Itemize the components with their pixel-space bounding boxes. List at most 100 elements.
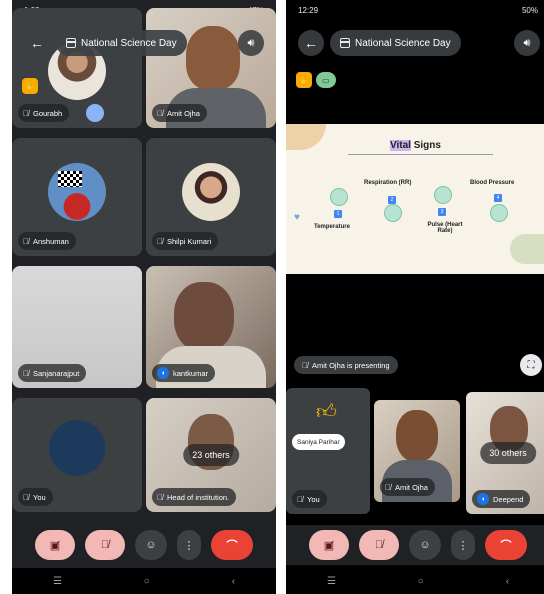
speaker-button[interactable]: 🔊︎ xyxy=(238,30,264,56)
fullscreen-icon: ⛶ xyxy=(527,359,535,371)
presenting-text: Amit Ojha is presenting xyxy=(312,360,390,370)
call-controls: ▣̸ 🎙̸ ☺ ⋮ ⌒ xyxy=(286,525,544,565)
more-options-button[interactable]: ⋮ xyxy=(177,530,201,560)
more-options-button[interactable]: ⋮ xyxy=(451,530,475,560)
participant-tile-shilpi-kumari[interactable]: 🎙̸ Shilpi Kumari xyxy=(146,138,276,256)
lungs-node xyxy=(384,204,402,222)
presenting-chip[interactable]: 🎙̸ Amit Ojha is presenting xyxy=(294,356,398,374)
left-phone-screen: 1:09 47% ✋ 🎙̸ Gourabh 🎙̸ Amit Ojha 🎙̸ An… xyxy=(12,0,276,594)
hand-raise-icon: ✋ xyxy=(22,78,38,94)
slide-title-rest: Signs xyxy=(410,140,441,151)
label-temperature: Temperature xyxy=(314,224,350,230)
participant-tile-you[interactable]: 👍︎ Saniya Parihar 🎙̸ You xyxy=(286,388,370,514)
reactions-button[interactable]: ☺ xyxy=(409,530,441,560)
participant-name-chip: ◖ Deepend xyxy=(472,490,531,508)
participant-tile-kantkumar[interactable]: ◖ kantkumar xyxy=(146,266,276,388)
participant-name: Shilpi Kumari xyxy=(167,236,212,246)
recents-icon[interactable]: ☰ xyxy=(53,576,62,587)
others-count-chip[interactable]: 23 others xyxy=(183,444,239,466)
participant-name: kantkumar xyxy=(173,368,209,378)
participant-name-chip: 🎙̸ Anshuman xyxy=(18,232,76,250)
speaker-button[interactable]: 🔊︎ xyxy=(514,30,540,56)
mic-toggle-button[interactable]: 🎙̸ xyxy=(85,530,125,560)
participant-video xyxy=(396,410,438,462)
mic-off-icon: 🎙̸ xyxy=(385,482,391,492)
participant-name-chip: ◖ kantkumar xyxy=(152,364,216,382)
thumbs-up-icon: 👍︎ xyxy=(316,401,337,423)
back-nav-icon[interactable]: ‹ xyxy=(506,576,509,587)
you-avatar xyxy=(49,420,105,476)
participant-name-chip: 🎙̸ Amit Ojha xyxy=(380,478,435,496)
emoji-icon: ☺ xyxy=(145,539,157,551)
mic-off-icon: 🎙̸ xyxy=(297,494,303,504)
label-blood-pressure: Blood Pressure xyxy=(470,180,515,186)
step-number: 1 xyxy=(334,210,342,218)
right-phone-screen: 12:29 50% ← National Science Day 🔊︎ ✋ ▭ … xyxy=(286,0,544,594)
mic-off-icon: 🎙̸ xyxy=(302,360,308,370)
camera-toggle-button[interactable]: ▣̸ xyxy=(309,530,349,560)
hang-up-icon: ⌒ xyxy=(226,540,238,552)
camera-off-icon: ▣̸ xyxy=(323,539,335,552)
home-icon[interactable]: ○ xyxy=(144,576,150,587)
back-button[interactable]: ← xyxy=(24,30,50,56)
mic-toggle-button[interactable]: 🎙̸ xyxy=(359,530,399,560)
participant-tile-you[interactable]: 🎙̸ You xyxy=(12,398,142,512)
recents-icon[interactable]: ☰ xyxy=(327,576,336,587)
end-call-button[interactable]: ⌒ xyxy=(211,530,253,560)
status-battery: 50% xyxy=(521,5,538,15)
pulse-node xyxy=(434,186,452,204)
mic-off-icon: 🎙̸ xyxy=(374,539,384,551)
back-nav-icon[interactable]: ‹ xyxy=(232,576,235,587)
fullscreen-button[interactable]: ⛶ xyxy=(520,354,542,376)
mic-off-icon: 🎙̸ xyxy=(23,492,29,502)
meeting-title-chip[interactable]: National Science Day xyxy=(56,30,187,56)
participant-name: Amit Ojha xyxy=(167,108,200,118)
participant-tile-head-of-institution[interactable]: 23 others 🎙̸ Head of institution. xyxy=(146,398,276,512)
participant-name-chip: 🎙̸ You xyxy=(18,488,53,506)
participant-name: Amit Ojha xyxy=(395,482,428,492)
hang-up-icon: ⌒ xyxy=(500,540,512,552)
speaking-indicator-icon xyxy=(86,104,104,122)
participant-tile-amit-ojha[interactable]: 🎙̸ Amit Ojha xyxy=(374,400,460,502)
back-button[interactable]: ← xyxy=(298,30,324,56)
participant-name: You xyxy=(307,494,320,504)
participant-name-chip: 🎙̸ Sanjanarajput xyxy=(18,364,87,382)
system-nav-bar: ☰ ○ ‹ xyxy=(286,568,544,594)
camera-toggle-button[interactable]: ▣̸ xyxy=(35,530,75,560)
label-respiration: Respiration (RR) xyxy=(364,180,412,186)
participant-tile-deepend[interactable]: 30 others ◖ Deepend xyxy=(466,392,544,514)
speaker-icon: 🔊︎ xyxy=(247,36,255,49)
participant-name: Sanjanarajput xyxy=(33,368,80,378)
participant-tile-sanjanarajput[interactable]: 🎙̸ Sanjanarajput xyxy=(12,266,142,388)
status-bar: 12:29 50% xyxy=(286,0,544,20)
raised-hand-subtitle: Saniya Parihar xyxy=(292,434,345,450)
mic-off-icon: 🎙̸ xyxy=(23,108,29,118)
label-pulse: Pulse (Heart Rate) xyxy=(427,222,463,234)
end-call-button[interactable]: ⌒ xyxy=(485,530,527,560)
calendar-icon xyxy=(340,38,350,48)
step-number: 3 xyxy=(438,208,446,216)
flag-icon xyxy=(58,171,82,188)
slide-title-highlight: Vital xyxy=(390,140,411,151)
slide-title: Vital Signs xyxy=(390,140,441,151)
others-count-chip[interactable]: 30 others xyxy=(480,442,536,464)
meeting-top-bar: ← National Science Day 🔊︎ xyxy=(12,26,276,60)
camera-off-icon: ▣̸ xyxy=(49,539,61,552)
participant-name-chip: 🎙̸ You xyxy=(292,490,327,508)
participant-name: You xyxy=(33,492,46,502)
leaf-decoration-icon xyxy=(510,234,544,264)
meeting-top-bar: ← National Science Day 🔊︎ xyxy=(286,26,544,60)
system-nav-bar: ☰ ○ ‹ xyxy=(12,568,276,594)
heart-decoration-icon: ♥ xyxy=(294,212,300,223)
presentation-badge-icon: ▭ xyxy=(316,72,336,88)
call-controls: ▣̸ 🎙̸ ☺ ⋮ ⌒ xyxy=(12,525,276,565)
mic-off-icon: 🎙̸ xyxy=(157,492,163,502)
participant-name: Head of institution. xyxy=(167,492,230,502)
participant-tile-anshuman[interactable]: 🎙̸ Anshuman xyxy=(12,138,142,256)
reactions-button[interactable]: ☺ xyxy=(135,530,167,560)
home-icon[interactable]: ○ xyxy=(418,576,424,587)
step-number: 4 xyxy=(494,194,502,202)
speaker-icon: 🔊︎ xyxy=(523,36,531,49)
participant-name-chip: 🎙̸ Shilpi Kumari xyxy=(152,232,219,250)
meeting-title-chip[interactable]: National Science Day xyxy=(330,30,461,56)
